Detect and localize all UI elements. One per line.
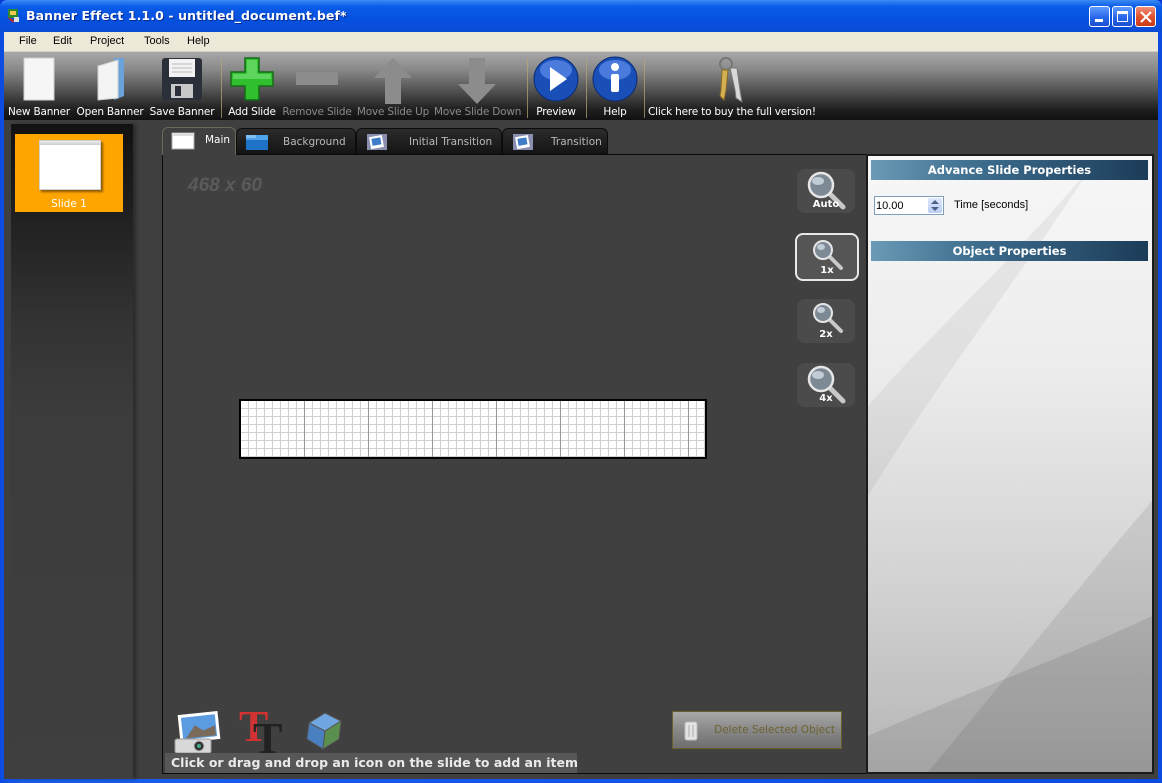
move-slide-up-button[interactable]: Move Slide Up — [356, 52, 430, 120]
menu-edit[interactable]: Edit — [53, 35, 72, 47]
maximize-button[interactable] — [1112, 6, 1133, 27]
open-folder-icon — [97, 58, 124, 101]
properties-panel: Advance Slide Properties Time [seconds] … — [866, 154, 1154, 774]
menu-bar: File Edit Project Tools Help — [4, 32, 1158, 52]
close-button[interactable] — [1135, 6, 1156, 27]
zoom-auto-label: Auto — [812, 199, 840, 210]
toolbar-separator — [221, 58, 222, 118]
time-seconds-label: Time [seconds] — [954, 199, 1029, 211]
window-icon — [171, 132, 195, 150]
zoom-1x-label: 1x — [820, 265, 834, 276]
new-document-icon — [23, 57, 55, 101]
move-slide-up-label: Move Slide Up — [356, 106, 430, 118]
save-banner-label: Save Banner — [149, 106, 215, 118]
move-slide-down-label: Move Slide Down — [434, 106, 522, 118]
advance-slide-properties-header: Advance Slide Properties — [871, 160, 1148, 180]
svg-text:T: T — [253, 714, 282, 755]
app-window: Banner Effect 1.1.0 - untitled_document.… — [0, 0, 1162, 783]
plus-icon — [230, 57, 274, 101]
open-banner-label: Open Banner — [76, 106, 144, 118]
keys-icon — [719, 57, 743, 104]
menu-help[interactable]: Help — [187, 35, 210, 47]
tab-initial-transition[interactable]: Initial Transition — [356, 128, 502, 154]
trash-icon — [684, 721, 698, 741]
new-banner-label: New Banner — [8, 106, 70, 118]
preview-label: Preview — [536, 106, 576, 118]
window-title: Banner Effect 1.1.0 - untitled_document.… — [26, 8, 347, 23]
toolbar: New Banner Open Banner Save Banner Add S… — [4, 52, 1158, 120]
maximize-icon — [1117, 11, 1128, 22]
transition-icon — [367, 134, 387, 150]
minimize-icon — [1095, 19, 1103, 22]
app-icon — [7, 9, 19, 23]
zoom-4x-label: 4x — [819, 393, 833, 404]
time-seconds-input[interactable] — [876, 198, 928, 213]
add-item-tools: T T — [171, 705, 371, 755]
text-icon[interactable]: T T — [237, 705, 289, 755]
title-bar[interactable]: Banner Effect 1.1.0 - untitled_document.… — [0, 0, 1162, 32]
photo-camera-icon[interactable] — [173, 711, 225, 755]
minimize-button[interactable] — [1089, 6, 1110, 27]
remove-slide-label: Remove Slide — [282, 106, 352, 118]
add-slide-button[interactable]: Add Slide — [224, 52, 280, 120]
info-icon — [592, 56, 638, 102]
zoom-1x-button[interactable]: 1x — [795, 233, 859, 281]
preview-button[interactable]: Preview — [530, 52, 582, 120]
save-banner-button[interactable]: Save Banner — [148, 52, 216, 120]
buy-full-version-button[interactable]: Click here to buy the full version! — [648, 52, 816, 120]
tab-transition-label: Transition — [551, 136, 602, 148]
background-icon — [246, 135, 268, 150]
zoom-2x-label: 2x — [819, 329, 833, 340]
help-label: Help — [603, 106, 627, 118]
delete-selected-object-label: Delete Selected Object — [714, 724, 835, 736]
toolbar-separator — [527, 58, 528, 118]
move-slide-down-button[interactable]: Move Slide Down — [434, 52, 522, 120]
object-properties-header: Object Properties — [871, 241, 1148, 261]
tab-initial-transition-label: Initial Transition — [409, 136, 493, 148]
tab-main-label: Main — [205, 134, 231, 146]
time-seconds-spinner[interactable] — [874, 196, 944, 215]
spin-up-icon[interactable] — [931, 200, 939, 204]
slide-list-panel: Slide 1 — [11, 124, 133, 779]
buy-full-version-label: Click here to buy the full version! — [648, 106, 816, 118]
banner-canvas[interactable] — [239, 399, 707, 459]
remove-slide-button[interactable]: Remove Slide — [282, 52, 352, 120]
menu-tools[interactable]: Tools — [144, 35, 170, 47]
slide-thumbnail[interactable]: Slide 1 — [15, 134, 123, 212]
client-area: File Edit Project Tools Help New Banner … — [4, 32, 1158, 779]
zoom-2x-button[interactable]: 2x — [797, 299, 855, 343]
slide-preview — [39, 140, 101, 190]
slide-editor: 468 x 60 Auto 1x 2x 4x T T Click or drag… — [162, 154, 866, 774]
menu-project[interactable]: Project — [90, 35, 124, 47]
open-banner-button[interactable]: Open Banner — [76, 52, 144, 120]
menu-file[interactable]: File — [19, 35, 37, 47]
new-banner-button[interactable]: New Banner — [6, 52, 72, 120]
close-icon — [1140, 11, 1152, 23]
tab-background[interactable]: Background — [236, 128, 356, 154]
toolbar-separator — [586, 58, 587, 118]
play-icon — [533, 56, 579, 102]
add-slide-label: Add Slide — [228, 106, 276, 118]
minus-icon — [296, 72, 338, 85]
zoom-auto-button[interactable]: Auto — [797, 169, 855, 213]
spin-down-icon[interactable] — [931, 207, 939, 211]
cube-icon[interactable] — [301, 709, 347, 753]
transition-icon — [513, 134, 533, 150]
tab-transition[interactable]: Transition — [502, 128, 608, 154]
floppy-disk-icon — [162, 58, 202, 100]
delete-selected-object-button[interactable]: Delete Selected Object — [672, 711, 842, 749]
tab-background-label: Background — [283, 136, 346, 148]
arrow-up-icon — [374, 58, 412, 104]
banner-size-label: 468 x 60 — [188, 175, 262, 196]
zoom-4x-button[interactable]: 4x — [797, 363, 855, 407]
arrow-down-icon — [458, 58, 496, 104]
hint-text: Click or drag and drop an icon on the sl… — [165, 753, 578, 773]
help-button[interactable]: Help — [589, 52, 641, 120]
toolbar-separator — [644, 58, 645, 118]
tab-main[interactable]: Main — [162, 127, 236, 155]
spinner-buttons[interactable] — [928, 198, 942, 213]
slide-label: Slide 1 — [51, 198, 87, 210]
